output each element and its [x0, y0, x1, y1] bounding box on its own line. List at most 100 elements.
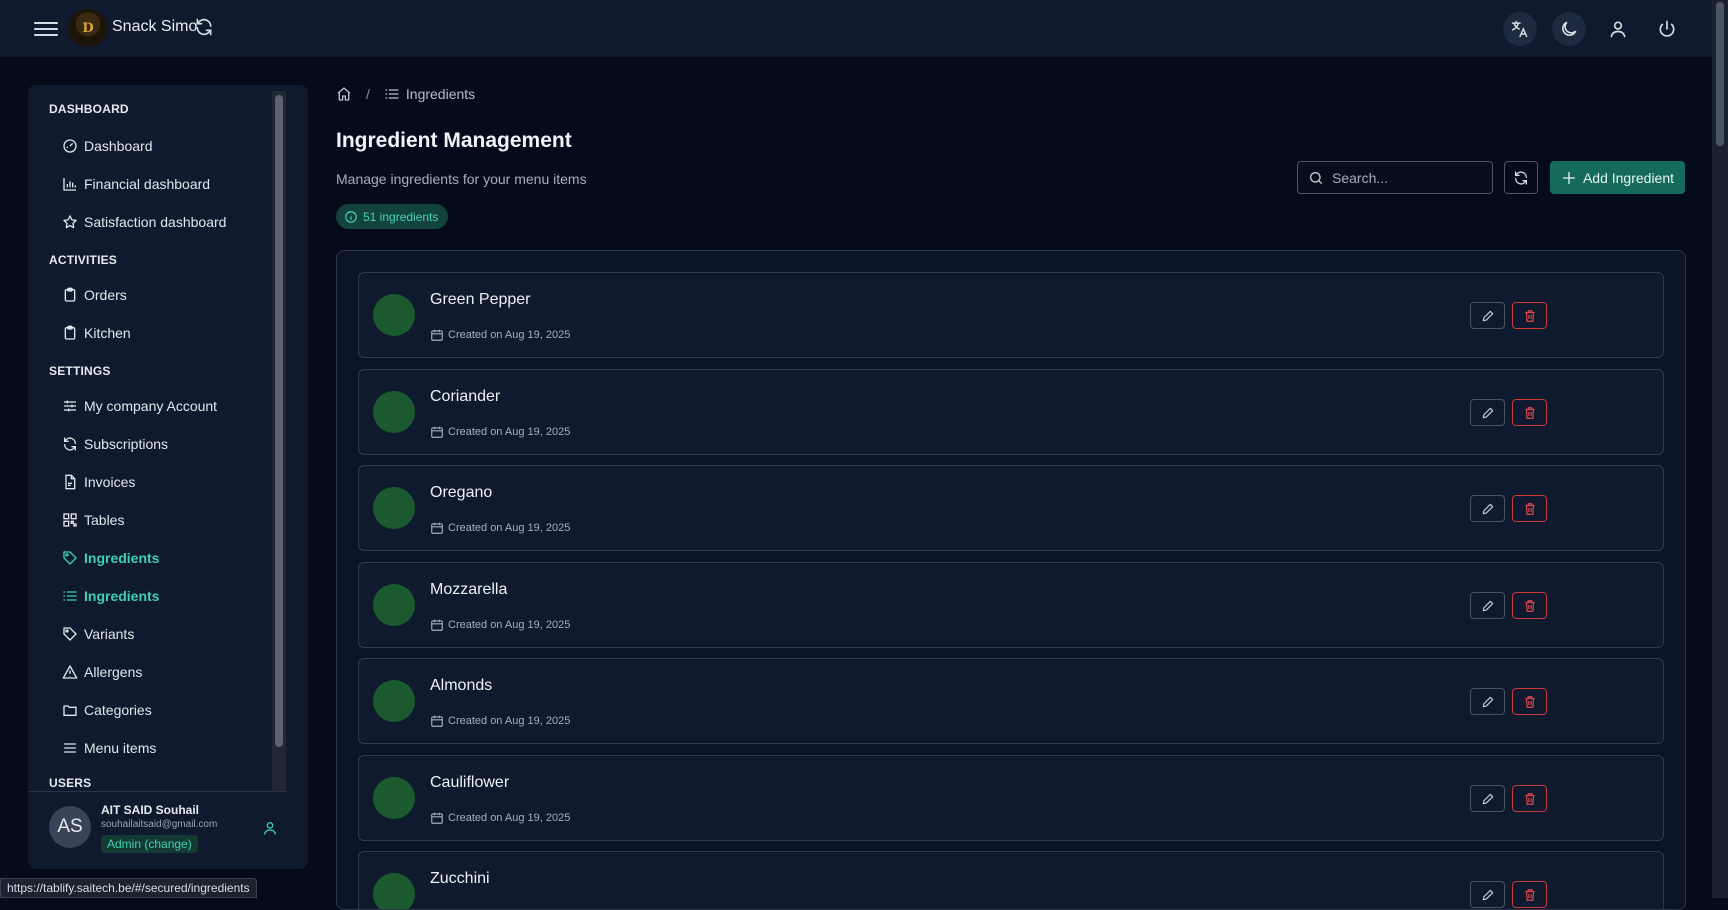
logo-letter: D [82, 20, 94, 36]
search-icon [1310, 171, 1322, 184]
sidebar-item-label: Categories [84, 702, 152, 718]
list-item[interactable]: Oregano Created on Aug 19, 2025 [358, 465, 1664, 551]
sidebar-item-subscriptions[interactable]: Subscriptions [62, 432, 168, 456]
edit-button[interactable] [1470, 399, 1505, 426]
sidebar-item-variants[interactable]: Variants [62, 622, 134, 646]
trash-icon [1524, 792, 1535, 805]
edit-button[interactable] [1470, 495, 1505, 522]
search-box[interactable] [1297, 161, 1493, 194]
edit-button[interactable] [1470, 592, 1505, 619]
pencil-icon [1482, 889, 1493, 900]
ingredient-color-dot [373, 294, 415, 336]
power-icon[interactable] [1650, 12, 1684, 46]
ingredient-created: Created on Aug 19, 2025 [430, 521, 570, 535]
list-item[interactable]: Zucchini [358, 851, 1664, 909]
user-role-badge[interactable]: Admin (change) [101, 835, 198, 853]
ingredient-created: Created on Aug 19, 2025 [430, 328, 570, 342]
list-icon [385, 89, 399, 99]
ingredient-color-dot [373, 584, 415, 626]
sidebar-item-menu-items[interactable]: Menu items [62, 736, 156, 760]
page-scrollbar[interactable] [1712, 0, 1728, 898]
delete-button[interactable] [1512, 881, 1547, 908]
moon-icon[interactable] [1552, 12, 1586, 46]
delete-button[interactable] [1512, 302, 1547, 329]
edit-button[interactable] [1470, 785, 1505, 812]
refresh-icon [64, 437, 76, 451]
trash-icon [1524, 599, 1535, 612]
ingredient-created: Created on Aug 19, 2025 [430, 425, 570, 439]
sidebar-item-categories[interactable]: Categories [62, 698, 152, 722]
trash-icon [1524, 406, 1535, 419]
hamburger-menu-icon[interactable] [34, 19, 58, 39]
list-item[interactable]: Green Pepper Created on Aug 19, 2025 [358, 272, 1664, 358]
refresh-button[interactable] [1504, 161, 1538, 194]
home-icon[interactable] [336, 86, 352, 102]
count-label: 51 ingredients [363, 209, 439, 224]
ingredient-created-label: Created on Aug 19, 2025 [448, 522, 571, 534]
sidebar-item-orders[interactable]: Orders [62, 283, 127, 307]
delete-button[interactable] [1512, 688, 1547, 715]
sidebar-item-kitchen[interactable]: Kitchen [62, 321, 131, 345]
list-item[interactable]: Almonds Created on Aug 19, 2025 [358, 658, 1664, 744]
delete-button[interactable] [1512, 592, 1547, 619]
ingredient-color-dot [373, 391, 415, 433]
sidebar-item-company-account[interactable]: My company Account [62, 394, 217, 418]
pencil-icon [1482, 503, 1493, 514]
sidebar-item-financial-dashboard[interactable]: Financial dashboard [62, 172, 210, 196]
sidebar-item-ingredients-list[interactable]: Ingredients [62, 584, 159, 608]
add-ingredient-button[interactable]: Add Ingredient [1550, 161, 1685, 194]
clipboard-icon [64, 287, 76, 302]
list-item[interactable]: Coriander Created on Aug 19, 2025 [358, 369, 1664, 455]
qr-icon [63, 513, 77, 527]
sidebar-item-allergens[interactable]: Allergens [62, 660, 142, 684]
sidebar-item-label: Ingredients [84, 550, 160, 566]
edit-button[interactable] [1470, 302, 1505, 329]
translate-icon[interactable] [1503, 12, 1537, 46]
ingredient-name: Mozzarella [430, 581, 508, 598]
refresh-icon[interactable] [194, 17, 214, 37]
pencil-icon [1482, 310, 1493, 321]
list-item[interactable]: Mozzarella Created on Aug 19, 2025 [358, 562, 1664, 648]
pencil-icon [1482, 600, 1493, 611]
ingredient-created-label: Created on Aug 19, 2025 [448, 426, 571, 438]
sidebar-item-label: Ingredients [84, 588, 160, 604]
delete-button[interactable] [1512, 785, 1547, 812]
sidebar: DASHBOARD Dashboard Financial dashboard … [28, 85, 308, 869]
edit-button[interactable] [1470, 881, 1505, 908]
delete-button[interactable] [1512, 495, 1547, 522]
sidebar-item-ingredients-tag[interactable]: Ingredients [62, 546, 159, 570]
warning-icon [62, 665, 78, 679]
sidebar-item-dashboard[interactable]: Dashboard [62, 134, 153, 158]
section-users: USERS [49, 776, 92, 790]
ingredient-name: Cauliflower [430, 774, 510, 791]
delete-button[interactable] [1512, 399, 1547, 426]
sliders-icon [64, 400, 76, 412]
sidebar-item-tables[interactable]: Tables [62, 508, 124, 532]
user-icon[interactable] [1601, 12, 1635, 46]
pencil-icon [1482, 793, 1493, 804]
ingredient-name: Green Pepper [430, 291, 531, 308]
app-name: Snack Simo [112, 18, 198, 35]
file-icon [65, 474, 76, 490]
ingredient-name: Zucchini [430, 870, 490, 887]
sidebar-scrollbar[interactable] [272, 91, 286, 791]
plus-icon [1562, 171, 1575, 184]
ingredient-name: Oregano [430, 484, 493, 501]
count-badge: 51 ingredients [336, 204, 449, 229]
search-input[interactable] [1332, 169, 1482, 186]
sidebar-item-label: Menu items [84, 740, 157, 756]
sidebar-item-satisfaction-dashboard[interactable]: Satisfaction dashboard [62, 210, 226, 234]
sidebar-item-invoices[interactable]: Invoices [62, 470, 135, 494]
user-switch-icon[interactable] [262, 820, 278, 836]
tag-icon [63, 551, 77, 565]
sidebar-scrollbar-thumb[interactable] [275, 95, 283, 747]
calendar-icon [431, 619, 443, 631]
ingredient-color-dot [373, 777, 415, 819]
sidebar-item-label: Tables [84, 512, 125, 528]
breadcrumb-label: Ingredients [405, 86, 476, 102]
edit-button[interactable] [1470, 688, 1505, 715]
section-settings: SETTINGS [49, 364, 111, 378]
folder-icon [63, 705, 77, 716]
list-item[interactable]: Cauliflower Created on Aug 19, 2025 [358, 755, 1664, 841]
page-scrollbar-thumb[interactable] [1716, 2, 1724, 146]
